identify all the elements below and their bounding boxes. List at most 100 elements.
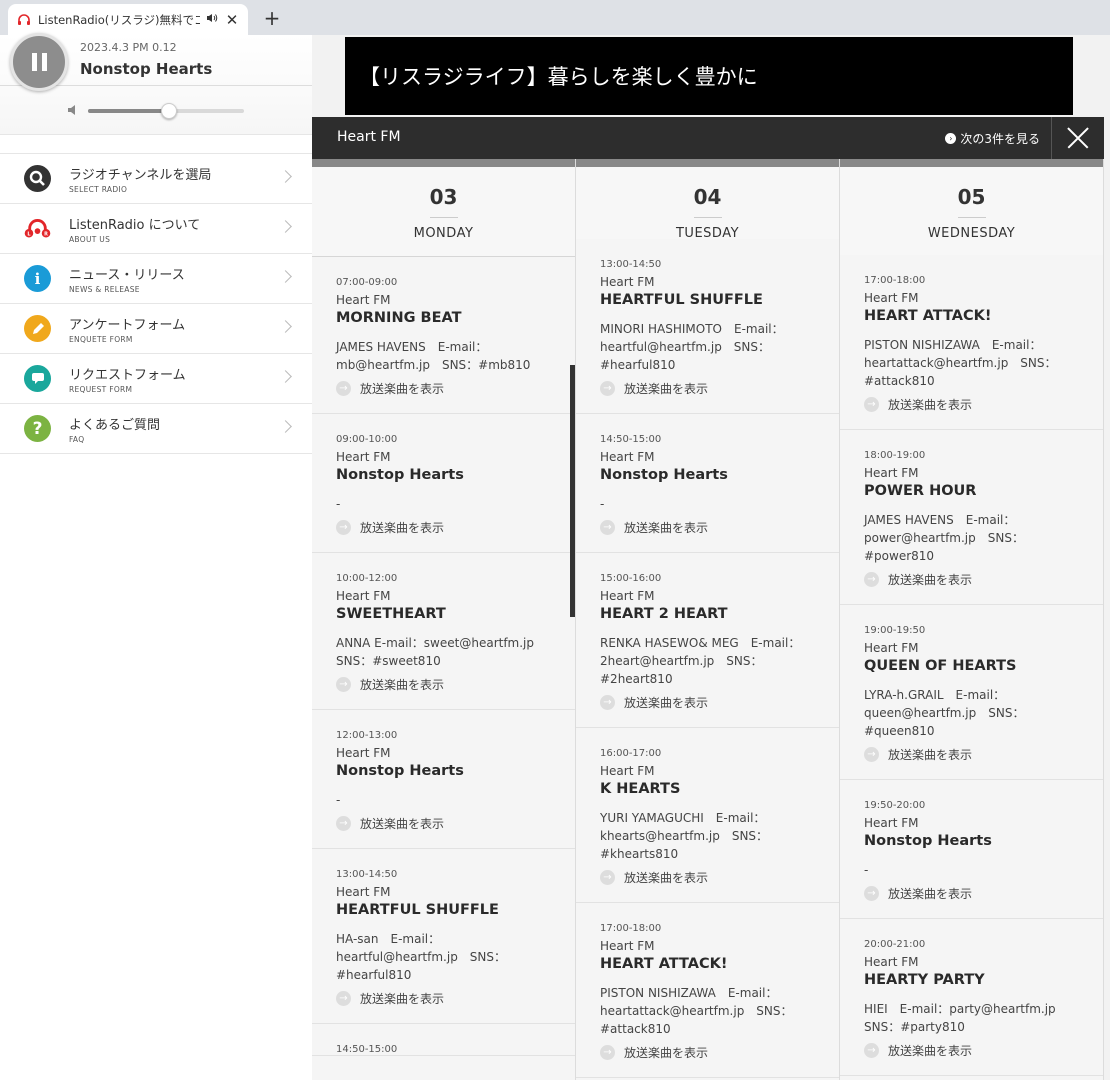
- menu-item-about[interactable]: LR ListenRadio について ABOUT US: [0, 204, 312, 254]
- new-tab-button[interactable]: +: [258, 4, 286, 32]
- tab-close-icon[interactable]: ✕: [224, 11, 240, 29]
- show-songs-link[interactable]: → 放送楽曲を表示: [600, 1044, 816, 1077]
- menu-item-enquete[interactable]: アンケートフォーム ENQUETE FORM: [0, 304, 312, 354]
- pause-icon: [31, 53, 37, 71]
- program-item[interactable]: 15:00-16:00 Heart FM HEART 2 HEART RENKA HA…: [576, 553, 839, 728]
- menu-sublabel: SELECT RADIO: [69, 184, 128, 194]
- chat-bubble-icon: [24, 365, 51, 392]
- volume-slider[interactable]: [88, 103, 244, 119]
- program-name: Nonstop Hearts: [336, 467, 464, 483]
- scrollbar-thumb[interactable]: [570, 365, 575, 617]
- program-time: 09:00-10:00: [336, 434, 398, 445]
- program-item[interactable]: 07:00-09:00 Heart FM MORNING BEAT JAMES HAV…: [312, 257, 575, 414]
- program-time: 16:00-17:00: [600, 748, 662, 759]
- sidebar: 2023.4.3 PM 0.12 Nonstop Hearts ラジオチャンネル…: [0, 33, 312, 1080]
- program-item[interactable]: 17:00-18:00 Heart FM HEART ATTACK! PISTON N…: [840, 255, 1103, 430]
- program-description: -: [336, 793, 341, 807]
- program-station: Heart FM: [336, 746, 391, 760]
- show-songs-link[interactable]: → 放送楽曲を表示: [864, 396, 1080, 429]
- program-station: Heart FM: [864, 466, 919, 480]
- day-number: 03: [429, 185, 458, 209]
- menu-item-faq[interactable]: ? よくあるご質問 FAQ: [0, 404, 312, 454]
- close-button[interactable]: [1051, 117, 1104, 159]
- program-name: Nonstop Hearts: [600, 467, 728, 483]
- show-songs-link[interactable]: → 放送楽曲を表示: [600, 519, 816, 552]
- program-description: PISTON NISHIZAWA E-mail：heartattack@hear…: [864, 338, 1057, 388]
- menu-item-select-radio[interactable]: ラジオチャンネルを選局 SELECT RADIO: [0, 154, 312, 204]
- show-songs-link[interactable]: → 放送楽曲を表示: [600, 380, 816, 413]
- program-station: Heart FM: [864, 816, 919, 830]
- program-station: Heart FM: [600, 939, 655, 953]
- program-station: Heart FM: [864, 641, 919, 655]
- program-item[interactable]: 14:50-15:00: [312, 1024, 575, 1056]
- show-songs-link[interactable]: → 放送楽曲を表示: [336, 380, 552, 413]
- program-item[interactable]: 18:00-19:00 Heart FM POWER HOUR JAMES HAVEN…: [840, 430, 1103, 605]
- show-songs-link[interactable]: → 放送楽曲を表示: [864, 885, 1080, 918]
- program-station: Heart FM: [864, 291, 919, 305]
- show-songs-link[interactable]: → 放送楽曲を表示: [336, 815, 552, 848]
- show-songs-link[interactable]: → 放送楽曲を表示: [600, 694, 816, 727]
- volume-knob[interactable]: [161, 103, 178, 119]
- day-number: 05: [957, 185, 986, 209]
- menu-sublabel: ABOUT US: [69, 234, 111, 244]
- program-item[interactable]: 14:50-15:00 Heart FM Nonstop Hearts - → 放送楽曲を…: [576, 414, 839, 553]
- program-item[interactable]: 10:00-12:00 Heart FM SWEETHEART ANNA E-mail…: [312, 553, 575, 710]
- show-songs-label: 放送楽曲を表示: [888, 887, 973, 901]
- program-item[interactable]: 09:00-10:00 Heart FM Nonstop Hearts - → 放送楽曲を…: [312, 414, 575, 553]
- menu-item-news[interactable]: i ニュース・リリース NEWS & RELEASE: [0, 254, 312, 304]
- arrow-right-icon: →: [336, 520, 351, 535]
- day-topbar: [312, 159, 575, 167]
- volume-fill: [88, 109, 170, 113]
- menu-sublabel: FAQ: [69, 434, 85, 444]
- search-icon: [24, 165, 51, 192]
- show-songs-link[interactable]: → 放送楽曲を表示: [864, 1042, 1080, 1075]
- pause-button[interactable]: [10, 33, 68, 91]
- program-description: -: [864, 863, 869, 877]
- day-column: 05 WEDNESDAY 17:00-18:00 Heart FM HEART ATTA…: [840, 159, 1104, 1080]
- volume-control[interactable]: [68, 103, 248, 119]
- program-description: -: [600, 497, 605, 511]
- program-time: 14:50-15:00: [336, 1044, 398, 1055]
- program-description: JAMES HAVENS E-mail：mb@heartfm.jp SNS：#m…: [336, 340, 531, 372]
- program-item[interactable]: 13:00-14:50 Heart FM HEARTFUL SHUFFLE HA-sa…: [312, 849, 575, 1024]
- program-station: Heart FM: [600, 275, 655, 289]
- speaker-icon[interactable]: [206, 13, 218, 26]
- ad-banner[interactable]: 【リスラジライフ】暮らしを楽しく豊かに: [345, 37, 1073, 115]
- menu-label: よくあるご質問: [69, 417, 161, 433]
- show-songs-link[interactable]: → 放送楽曲を表示: [336, 519, 552, 552]
- show-songs-link[interactable]: → 放送楽曲を表示: [600, 869, 816, 902]
- program-item[interactable]: 19:00-19:50 Heart FM QUEEN OF HEARTS LYRA-h…: [840, 605, 1103, 780]
- show-songs-link[interactable]: → 放送楽曲を表示: [336, 990, 552, 1023]
- program-name: POWER HOUR: [864, 483, 977, 499]
- program-item[interactable]: 17:00-18:00 Heart FM HEART ATTACK! PISTON N…: [576, 903, 839, 1078]
- show-songs-label: 放送楽曲を表示: [888, 748, 973, 762]
- program-item[interactable]: 16:00-17:00 Heart FM K HEARTS YURI YAMAGUCH…: [576, 728, 839, 903]
- menu-label: アンケートフォーム: [69, 317, 186, 333]
- arrow-right-icon: →: [600, 1045, 615, 1060]
- program-item[interactable]: 20:00-21:00 Heart FM HEARTY PARTY HIEI E-ma…: [840, 919, 1103, 1076]
- arrow-right-icon: →: [864, 1043, 879, 1058]
- station-name: Heart FM: [337, 129, 401, 145]
- program-name: HEARTY PARTY: [864, 972, 985, 988]
- program-time: 20:00-21:00: [864, 939, 926, 950]
- menu-label: ニュース・リリース: [69, 267, 185, 283]
- program-station: Heart FM: [600, 589, 655, 603]
- browser-tab-strip: ListenRadio(リスラジ)無料でコミ ✕ +: [0, 0, 1110, 35]
- show-songs-label: 放送楽曲を表示: [888, 1044, 973, 1058]
- menu-sublabel: ENQUETE FORM: [69, 334, 133, 344]
- program-item[interactable]: 13:00-14:50 Heart FM HEARTFUL SHUFFLE MINOR…: [576, 239, 839, 414]
- show-songs-link[interactable]: → 放送楽曲を表示: [864, 746, 1080, 779]
- menu-item-request[interactable]: リクエストフォーム REQUEST FORM: [0, 354, 312, 404]
- show-songs-link[interactable]: → 放送楽曲を表示: [336, 676, 552, 709]
- browser-tab[interactable]: ListenRadio(リスラジ)無料でコミ ✕: [8, 4, 248, 35]
- program-item[interactable]: 19:50-20:00 Heart FM Nonstop Hearts - → 放送楽曲を…: [840, 780, 1103, 919]
- program-item[interactable]: 12:00-13:00 Heart FM Nonstop Hearts - → 放送楽曲を…: [312, 710, 575, 849]
- next-three-button[interactable]: › 次の3件を見る: [945, 130, 1040, 147]
- info-icon: i: [24, 265, 51, 292]
- arrow-right-icon: →: [600, 520, 615, 535]
- day-weekday: MONDAY: [413, 226, 474, 241]
- show-songs-link[interactable]: → 放送楽曲を表示: [864, 571, 1080, 604]
- program-name: SWEETHEART: [336, 606, 446, 622]
- show-songs-label: 放送楽曲を表示: [624, 521, 709, 535]
- chevron-right-icon: [279, 370, 292, 383]
